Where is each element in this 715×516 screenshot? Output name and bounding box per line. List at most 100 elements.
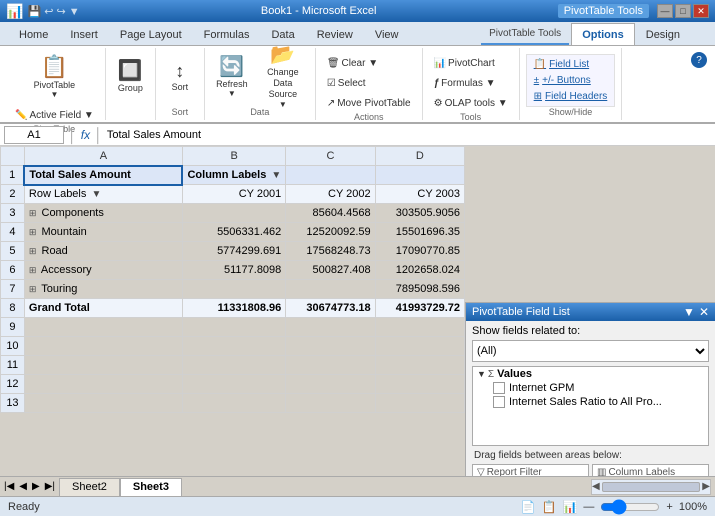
field-list-button[interactable]: 📋 Field List <box>529 57 613 72</box>
field-headers-button[interactable]: ⊞ Field Headers <box>529 89 613 104</box>
cell-d5[interactable]: 17090770.85 <box>375 242 464 261</box>
scroll-right-btn[interactable]: ▶ <box>702 481 710 492</box>
cell-c4[interactable]: 12520092.59 <box>286 223 375 242</box>
h-scrollbar[interactable]: ◀ ▶ <box>591 479 711 495</box>
active-field-button[interactable]: ✏️ Active Field ▼ <box>10 106 99 124</box>
cell-d11[interactable] <box>375 356 464 375</box>
select-button[interactable]: ☑ Select <box>322 74 371 92</box>
cell-b10[interactable] <box>182 337 285 356</box>
tab-insert[interactable]: Insert <box>59 23 109 45</box>
cell-a7[interactable]: ⊞ Touring <box>24 280 182 299</box>
cell-d7[interactable]: 7895098.596 <box>375 280 464 299</box>
cell-a5[interactable]: ⊞ Road <box>24 242 182 261</box>
tree-item-internet-sales-ratio[interactable]: Internet Sales Ratio to All Pro... <box>473 395 708 409</box>
cell-c10[interactable] <box>286 337 375 356</box>
tab-review[interactable]: Review <box>306 23 364 45</box>
sheet-nav-next[interactable]: ▶ <box>30 481 42 492</box>
cell-a4[interactable]: ⊞ Mountain <box>24 223 182 242</box>
sheet-nav-last[interactable]: ▶| <box>43 481 57 492</box>
tab-view[interactable]: View <box>364 23 410 45</box>
cell-a1[interactable]: Total Sales Amount <box>24 166 182 185</box>
tab-home[interactable]: Home <box>8 23 59 45</box>
cell-b8[interactable]: 11331808.96 <box>182 299 285 318</box>
cell-a13[interactable] <box>24 394 182 413</box>
internet-sales-ratio-checkbox[interactable] <box>493 396 505 408</box>
cell-reference-input[interactable] <box>4 126 64 144</box>
cell-a2[interactable]: Row Labels ▼ <box>24 185 182 204</box>
cell-d2[interactable]: CY 2003 <box>375 185 464 204</box>
cell-d10[interactable] <box>375 337 464 356</box>
cell-a9[interactable] <box>24 318 182 337</box>
col-header-d[interactable]: D <box>375 147 464 166</box>
group-button[interactable]: 🔲 Group <box>112 50 148 104</box>
close-button[interactable]: ✕ <box>693 4 709 18</box>
pivottable-button[interactable]: 📋 PivotTable ▼ <box>26 50 82 104</box>
clear-button[interactable]: 🗑 Clear ▼ <box>322 54 383 72</box>
cell-c8[interactable]: 30674773.18 <box>286 299 375 318</box>
cell-d1[interactable] <box>375 166 464 185</box>
cell-b7[interactable] <box>182 280 285 299</box>
cell-c13[interactable] <box>286 394 375 413</box>
help-button[interactable]: ? <box>691 52 707 68</box>
sheet-nav-first[interactable]: |◀ <box>2 481 16 492</box>
cell-d8[interactable]: 41993729.72 <box>375 299 464 318</box>
formula-input[interactable] <box>107 129 711 141</box>
cell-b1[interactable]: Column Labels ▼ <box>182 166 285 185</box>
cell-a8[interactable]: Grand Total <box>24 299 182 318</box>
pivotchart-button[interactable]: 📊 PivotChart <box>429 54 500 72</box>
cell-c2[interactable]: CY 2002 <box>286 185 375 204</box>
cell-c11[interactable] <box>286 356 375 375</box>
cell-a6[interactable]: ⊞ Accessory <box>24 261 182 280</box>
tab-sheet3[interactable]: Sheet3 <box>120 478 182 496</box>
tab-formulas[interactable]: Formulas <box>193 23 261 45</box>
report-filter-area[interactable]: ▽ Report Filter <box>472 464 589 476</box>
cell-b4[interactable]: 5506331.462 <box>182 223 285 242</box>
cell-b12[interactable] <box>182 375 285 394</box>
tab-sheet2[interactable]: Sheet2 <box>59 478 120 496</box>
scroll-left-btn[interactable]: ◀ <box>592 481 600 492</box>
internet-gpm-checkbox[interactable] <box>493 382 505 394</box>
cell-a3[interactable]: ⊞ Components <box>24 204 182 223</box>
minimize-button[interactable]: — <box>657 4 673 18</box>
tab-data[interactable]: Data <box>260 23 305 45</box>
col-header-b[interactable]: B <box>182 147 285 166</box>
plus-minus-button[interactable]: ± +/- Buttons <box>529 73 613 88</box>
cell-b9[interactable] <box>182 318 285 337</box>
sort-button[interactable]: ↕ Sort <box>162 50 198 104</box>
tab-page-layout[interactable]: Page Layout <box>109 23 193 45</box>
scroll-thumb-h[interactable] <box>602 482 701 492</box>
maximize-button[interactable]: □ <box>675 4 691 18</box>
cell-b11[interactable] <box>182 356 285 375</box>
olap-tools-button[interactable]: ⚙ OLAP tools ▼ <box>429 94 513 112</box>
cell-b13[interactable] <box>182 394 285 413</box>
cell-b6[interactable]: 51177.8098 <box>182 261 285 280</box>
tab-options[interactable]: Options <box>571 23 635 45</box>
sheet-nav-prev[interactable]: ◀ <box>17 481 29 492</box>
formulas-button[interactable]: ƒ Formulas ▼ <box>429 74 501 92</box>
cell-a11[interactable] <box>24 356 182 375</box>
field-list-close-icon[interactable]: ✕ <box>699 305 709 319</box>
change-datasource-button[interactable]: 📂 Change Data Source ▼ <box>257 50 309 104</box>
cell-c9[interactable] <box>286 318 375 337</box>
cell-d6[interactable]: 1202658.024 <box>375 261 464 280</box>
cell-b5[interactable]: 5774299.691 <box>182 242 285 261</box>
tab-design[interactable]: Design <box>635 23 691 45</box>
cell-d4[interactable]: 15501696.35 <box>375 223 464 242</box>
cell-a12[interactable] <box>24 375 182 394</box>
cell-c3[interactable]: 85604.4568 <box>286 204 375 223</box>
cell-d12[interactable] <box>375 375 464 394</box>
cell-d9[interactable] <box>375 318 464 337</box>
col-header-a[interactable]: A <box>24 147 182 166</box>
refresh-button[interactable]: 🔄 Refresh ▼ <box>211 50 253 104</box>
cell-b3[interactable] <box>182 204 285 223</box>
cell-c1[interactable] <box>286 166 375 185</box>
col-header-c[interactable]: C <box>286 147 375 166</box>
cell-d13[interactable] <box>375 394 464 413</box>
move-pivottable-button[interactable]: ↗ Move PivotTable <box>322 94 416 112</box>
field-list-options-icon[interactable]: ▼ <box>683 305 695 319</box>
tree-item-values[interactable]: ▼ Σ Values <box>473 367 708 381</box>
column-labels-area[interactable]: ▥ Column Labels Calendar Year ▼ <box>592 464 709 476</box>
cell-c7[interactable] <box>286 280 375 299</box>
tree-item-internet-gpm[interactable]: Internet GPM <box>473 381 708 395</box>
show-fields-dropdown[interactable]: (All) <box>472 340 709 362</box>
